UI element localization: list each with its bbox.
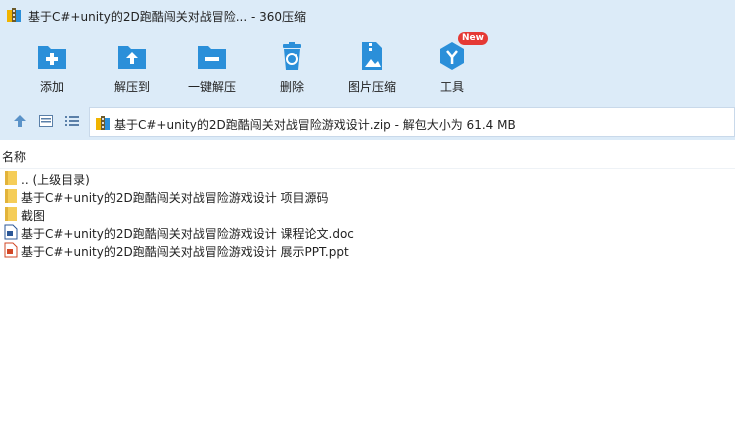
list-item-name: 基于C#+unity的2D跑酷闯关对战冒险游戏设计 课程论文.doc bbox=[21, 227, 354, 241]
address-text: 基于C#+unity的2D跑酷闯关对战冒险游戏设计.zip - 解包大小为 61… bbox=[114, 118, 516, 132]
list-item[interactable]: 基于C#+unity的2D跑酷闯关对战冒险游戏设计 课程论文.doc bbox=[0, 223, 735, 241]
add-label: 添加 bbox=[39, 80, 64, 94]
add-icon bbox=[36, 40, 68, 72]
list-header: 名称 bbox=[0, 140, 735, 169]
folder-icon bbox=[4, 170, 18, 186]
extract-to-icon bbox=[116, 40, 148, 72]
image-compress-button[interactable]: 图片压缩 bbox=[334, 38, 410, 96]
zip-app-icon bbox=[6, 7, 22, 23]
toolbar: 添加 解压到 一键解压 删除 图片压缩 New 工具 bbox=[0, 30, 735, 100]
zip-file-icon bbox=[95, 115, 111, 131]
delete-icon bbox=[276, 40, 308, 72]
list-item[interactable]: 基于C#+unity的2D跑酷闯关对战冒险游戏设计 项目源码 bbox=[0, 187, 735, 205]
navigation-row: 基于C#+unity的2D跑酷闯关对战冒险游戏设计.zip - 解包大小为 61… bbox=[0, 104, 735, 138]
list-view-icon[interactable] bbox=[64, 113, 80, 129]
window-title: 基于C#+unity的2D跑酷闯关对战冒险... - 360压缩 bbox=[28, 10, 307, 24]
word-document-icon bbox=[4, 224, 18, 240]
list-item-name: .. (上级目录) bbox=[21, 173, 90, 187]
list-item[interactable]: 基于C#+unity的2D跑酷闯关对战冒险游戏设计 展示PPT.ppt bbox=[0, 241, 735, 259]
title-bar: 基于C#+unity的2D跑酷闯关对战冒险... - 360压缩 bbox=[0, 0, 735, 30]
top-panel: 基于C#+unity的2D跑酷闯关对战冒险... - 360压缩 添加 解压到 … bbox=[0, 0, 735, 140]
folder-icon bbox=[4, 206, 18, 222]
tools-button[interactable]: New 工具 bbox=[414, 32, 490, 96]
add-button[interactable]: 添加 bbox=[14, 38, 90, 96]
address-bar[interactable]: 基于C#+unity的2D跑酷闯关对战冒险游戏设计.zip - 解包大小为 61… bbox=[89, 107, 735, 137]
one-click-extract-label: 一键解压 bbox=[187, 80, 236, 94]
new-badge: New bbox=[458, 32, 488, 45]
one-click-extract-button[interactable]: 一键解压 bbox=[174, 38, 250, 96]
list-item[interactable]: .. (上级目录) bbox=[0, 169, 735, 187]
folder-icon bbox=[4, 188, 18, 204]
extract-to-button[interactable]: 解压到 bbox=[94, 38, 170, 96]
powerpoint-icon bbox=[4, 242, 18, 258]
detail-view-icon[interactable] bbox=[38, 113, 54, 129]
list-item-name: 基于C#+unity的2D跑酷闯关对战冒险游戏设计 展示PPT.ppt bbox=[21, 245, 349, 259]
image-compress-label: 图片压缩 bbox=[347, 80, 396, 94]
up-arrow-icon[interactable] bbox=[12, 113, 28, 129]
list-item-name: 截图 bbox=[21, 209, 46, 223]
delete-label: 删除 bbox=[279, 80, 304, 94]
delete-button[interactable]: 删除 bbox=[254, 38, 330, 96]
image-compress-icon bbox=[356, 40, 388, 72]
extract-to-label: 解压到 bbox=[113, 80, 150, 94]
tools-label: 工具 bbox=[439, 80, 464, 94]
list-item[interactable]: 截图 bbox=[0, 205, 735, 223]
column-name-header[interactable]: 名称 bbox=[2, 148, 26, 165]
list-item-name: 基于C#+unity的2D跑酷闯关对战冒险游戏设计 项目源码 bbox=[21, 191, 329, 205]
one-click-extract-icon bbox=[196, 40, 228, 72]
